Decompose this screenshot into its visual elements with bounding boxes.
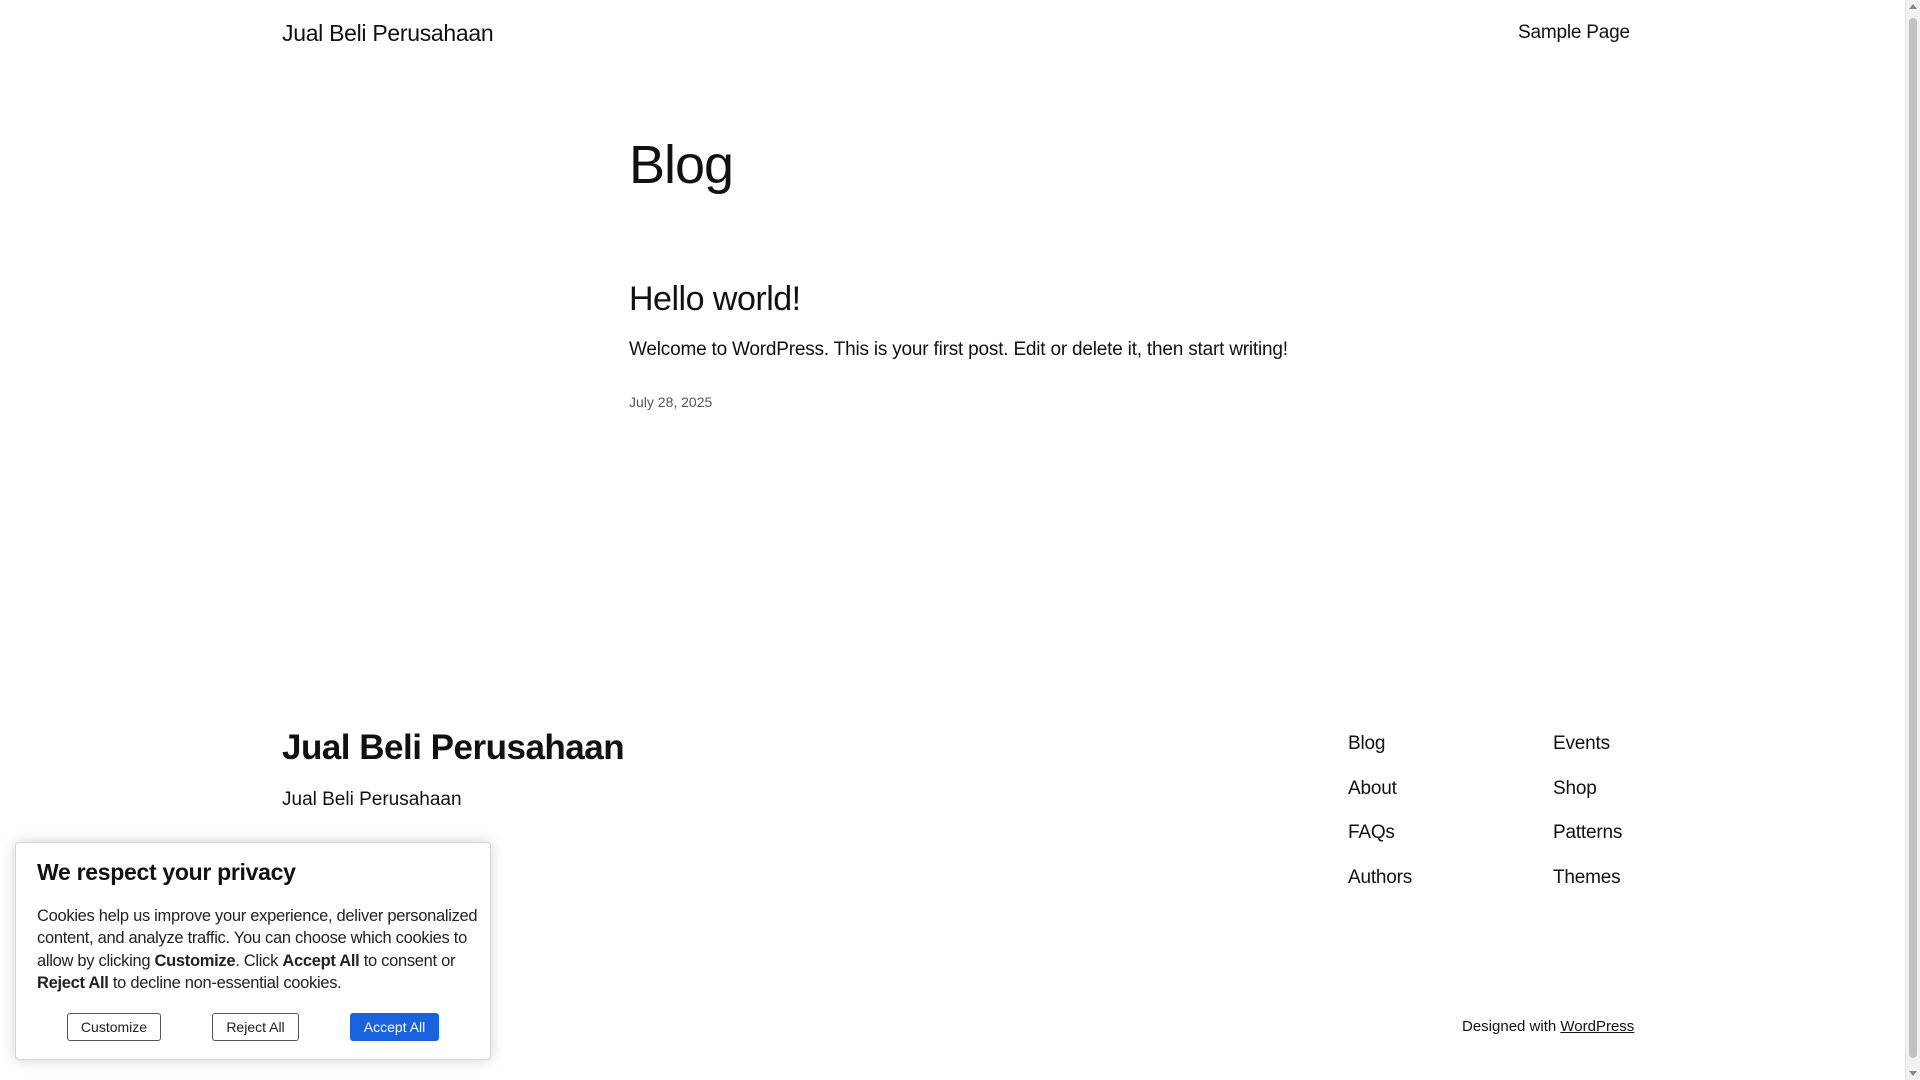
site-title-link[interactable]: Jual Beli Perusahaan [282, 20, 494, 47]
footer-link-shop[interactable]: Shop [1553, 776, 1622, 821]
footer-link-about[interactable]: About [1348, 776, 1412, 821]
scroll-down-arrow-icon[interactable] [1909, 1071, 1917, 1076]
cookie-banner-text: Cookies help us improve your experience,… [37, 905, 487, 994]
vertical-scrollbar[interactable] [1905, 0, 1920, 1080]
nav-item-sample-page[interactable]: Sample Page [1518, 22, 1630, 44]
post-date[interactable]: July 28, 2025 [629, 394, 712, 410]
cookie-text-part-2: . Click [235, 951, 283, 970]
wordpress-link[interactable]: WordPress [1560, 1018, 1634, 1035]
customize-button[interactable]: Customize [67, 1013, 161, 1041]
page-title: Blog [629, 135, 734, 195]
credit-prefix: Designed with [1462, 1018, 1561, 1035]
accept-all-button[interactable]: Accept All [350, 1013, 439, 1041]
scrollbar-thumb[interactable] [1909, 18, 1917, 1058]
post-title-link[interactable]: Hello world! [629, 280, 801, 319]
reject-all-button[interactable]: Reject All [212, 1013, 299, 1041]
cookie-text-accept-all: Accept All [282, 951, 360, 970]
cookie-text-part-3: to consent or [359, 951, 456, 970]
footer-link-events[interactable]: Events [1553, 731, 1622, 776]
footer-tagline: Jual Beli Perusahaan [282, 789, 462, 810]
footer-link-blog[interactable]: Blog [1348, 731, 1412, 776]
cookie-consent-banner: We respect your privacy Cookies help us … [15, 842, 491, 1060]
footer-link-faqs[interactable]: FAQs [1348, 820, 1412, 865]
footer-nav-column-1: Blog About FAQs Authors [1348, 731, 1412, 909]
footer-link-patterns[interactable]: Patterns [1553, 820, 1622, 865]
cookie-text-customize: Customize [154, 951, 236, 970]
post-excerpt: Welcome to WordPress. This is your first… [629, 339, 1288, 360]
footer-credit: Designed with WordPress [1462, 1018, 1634, 1035]
cookie-text-reject-all: Reject All [37, 973, 109, 992]
footer-site-title[interactable]: Jual Beli Perusahaan [282, 728, 625, 768]
footer-link-authors[interactable]: Authors [1348, 865, 1412, 910]
footer-nav-column-2: Events Shop Patterns Themes [1553, 731, 1622, 909]
scroll-up-arrow-icon[interactable] [1909, 4, 1917, 9]
cookie-banner-title: We respect your privacy [37, 859, 296, 885]
footer-link-themes[interactable]: Themes [1553, 865, 1622, 910]
cookie-text-part-4: to decline non-essential cookies. [108, 973, 342, 992]
